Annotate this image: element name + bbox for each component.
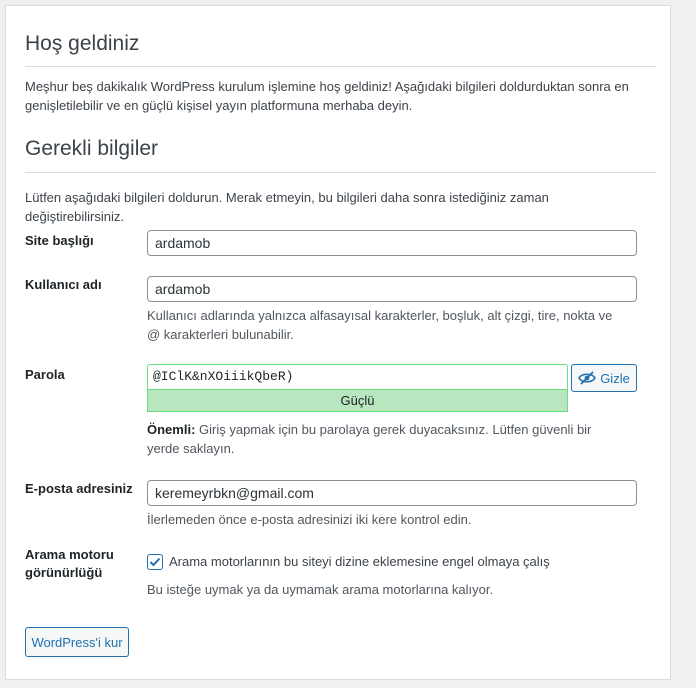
search-visibility-description: Bu isteğe uymak ya da uymamak arama moto… xyxy=(147,582,494,597)
important-label: Önemli: xyxy=(147,422,196,437)
email-input[interactable]: keremeyrbkn@gmail.com xyxy=(147,480,637,506)
email-label: E-posta adresiniz xyxy=(25,481,133,496)
search-visibility-label-line2: görünürlüğü xyxy=(25,565,103,580)
divider xyxy=(25,172,656,173)
password-label: Parola xyxy=(25,367,65,382)
required-info-text: Lütfen aşağıdaki bilgileri doldurun. Mer… xyxy=(25,190,549,224)
site-title-label: Site başlığı xyxy=(25,233,94,248)
username-input[interactable]: ardamob xyxy=(147,276,637,302)
welcome-text: Meşhur beş dakikalık WordPress kurulum i… xyxy=(25,79,629,113)
eye-slash-icon xyxy=(578,371,597,385)
welcome-heading: Hoş geldiniz xyxy=(25,32,140,55)
hide-password-label: Gizle xyxy=(600,370,630,386)
divider xyxy=(25,66,656,67)
required-info-heading: Gerekli bilgiler xyxy=(25,137,159,160)
password-input[interactable]: @IClK&nXOiiikQbeR) xyxy=(147,364,568,389)
install-wordpress-button[interactable]: WordPress'i kur xyxy=(25,627,129,657)
username-label: Kullanıcı adı xyxy=(25,277,102,292)
install-form-card: Hoş geldiniz Meşhur beş dakikalık WordPr… xyxy=(5,5,671,680)
username-description: Kullanıcı adlarında yalnızca alfasayısal… xyxy=(147,308,613,342)
search-visibility-label-line1: Arama motoru xyxy=(25,547,114,562)
checkmark-icon xyxy=(149,557,161,567)
important-text: Giriş yapmak için bu parolaya gerek duya… xyxy=(147,422,592,456)
email-description: İlerlemeden önce e-posta adresinizi iki … xyxy=(147,512,472,527)
search-visibility-label: Arama motoru görünürlüğü xyxy=(25,546,114,582)
password-important-note: Önemli: Giriş yapmak için bu parolaya ge… xyxy=(147,420,617,458)
site-title-input[interactable]: ardamob xyxy=(147,230,637,256)
search-visibility-checkbox[interactable] xyxy=(147,554,163,570)
search-visibility-checkbox-label[interactable]: Arama motorlarının bu siteyi dizine ekle… xyxy=(169,553,550,571)
password-strength-meter: Güçlü xyxy=(147,389,568,412)
hide-password-button[interactable]: Gizle xyxy=(571,364,637,392)
